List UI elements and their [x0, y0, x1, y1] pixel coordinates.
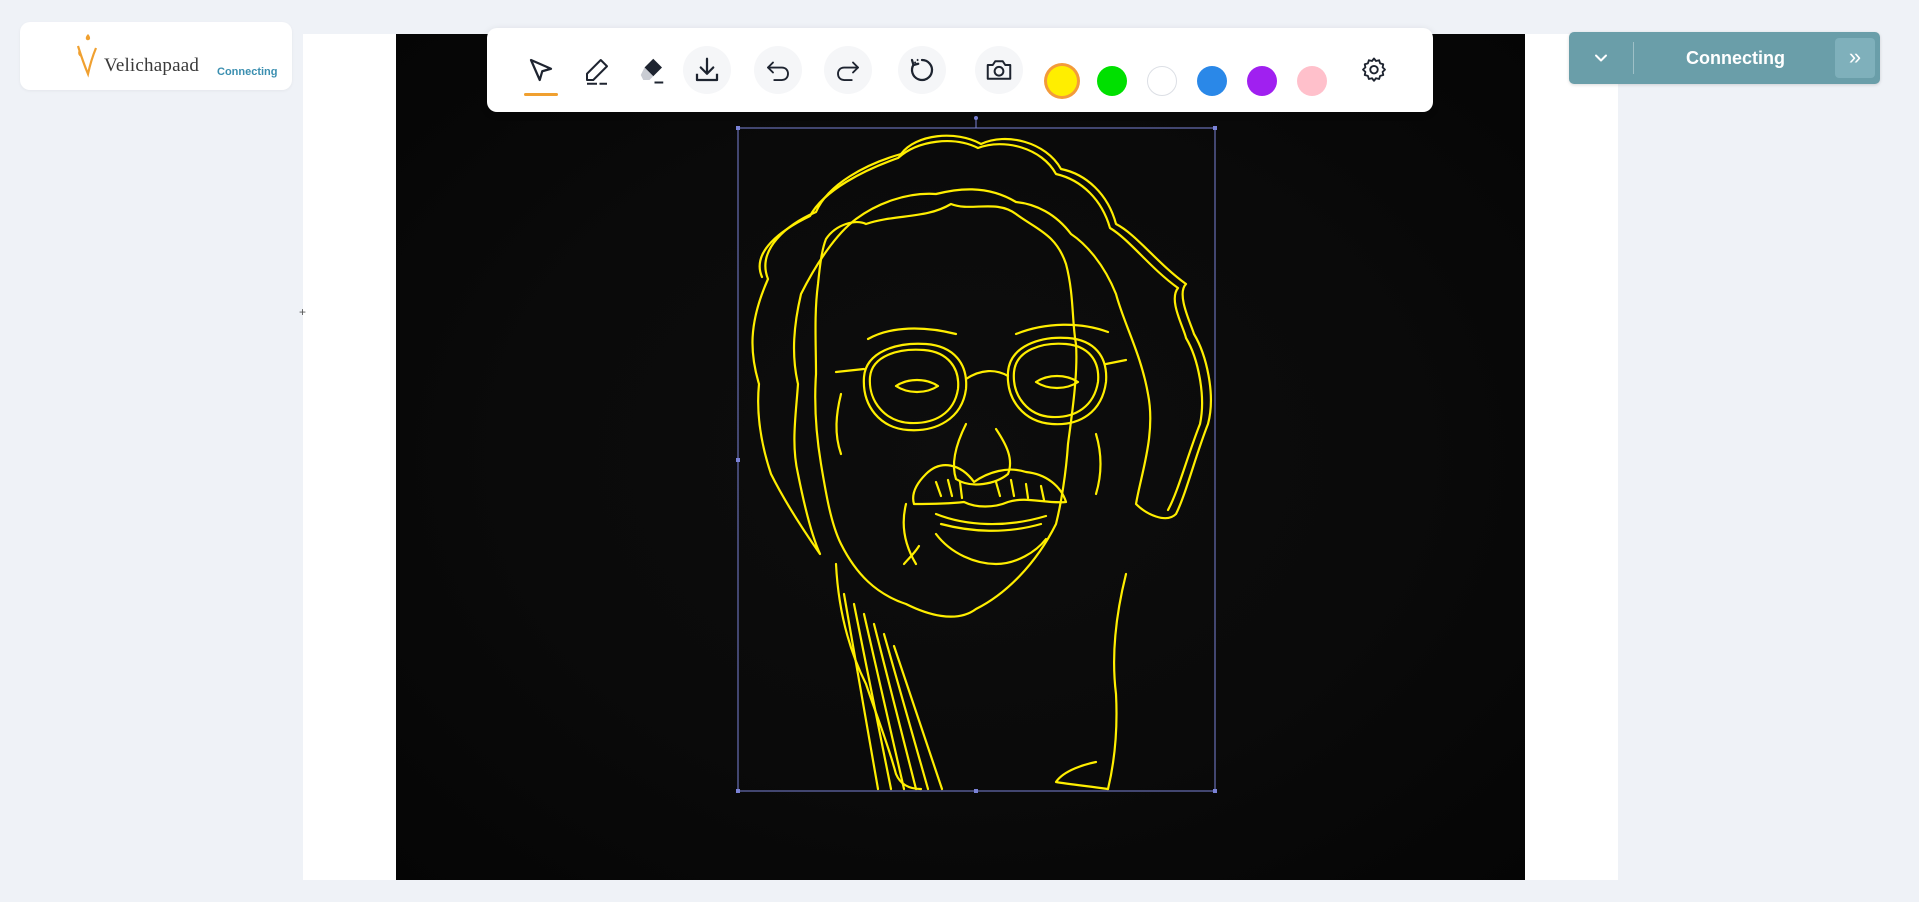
crosshair-cursor-icon: + — [299, 305, 307, 319]
color-swatch-purple[interactable] — [1247, 66, 1277, 96]
color-swatch-blue[interactable] — [1197, 66, 1227, 96]
camera-icon — [986, 60, 1012, 80]
reset-button[interactable] — [898, 46, 946, 94]
download-button[interactable] — [683, 46, 731, 94]
color-swatch-yellow[interactable] — [1047, 66, 1077, 96]
camera-button[interactable] — [975, 46, 1023, 94]
connection-divider — [1633, 42, 1634, 74]
brand-name: Velichapaad — [104, 55, 200, 76]
undo-button[interactable] — [754, 46, 802, 94]
gear-icon — [1362, 57, 1386, 82]
redo-button[interactable] — [824, 46, 872, 94]
connection-panel: Connecting » — [1569, 32, 1880, 84]
velichapaad-logo-icon — [76, 34, 98, 78]
drawing-artboard[interactable] — [396, 34, 1525, 880]
eraser-tool-button[interactable] — [628, 46, 676, 94]
reset-icon — [910, 58, 934, 82]
undo-icon — [767, 61, 789, 81]
color-swatch-white[interactable] — [1147, 66, 1177, 96]
download-icon — [695, 57, 719, 82]
portrait-line-art[interactable] — [396, 34, 1525, 880]
chevron-down-icon — [1595, 54, 1607, 62]
select-arrow-icon — [529, 58, 553, 82]
redo-icon — [837, 61, 859, 81]
logo-card: Velichapaad Connecting — [20, 22, 292, 90]
connection-status-label: Connecting — [1686, 48, 1785, 68]
color-swatch-pink[interactable] — [1297, 66, 1327, 96]
connection-collapse-button[interactable] — [1569, 32, 1633, 84]
brand-status: Connecting — [217, 66, 278, 78]
color-swatch-green[interactable] — [1097, 66, 1127, 96]
eraser-icon — [640, 58, 664, 84]
drawing-toolbar — [487, 28, 1433, 112]
pen-tool-button[interactable] — [573, 46, 621, 94]
select-tool-button[interactable] — [517, 46, 565, 96]
pen-icon — [586, 59, 608, 85]
settings-button[interactable] — [1350, 46, 1398, 94]
expand-panel-button[interactable]: » — [1835, 38, 1875, 78]
